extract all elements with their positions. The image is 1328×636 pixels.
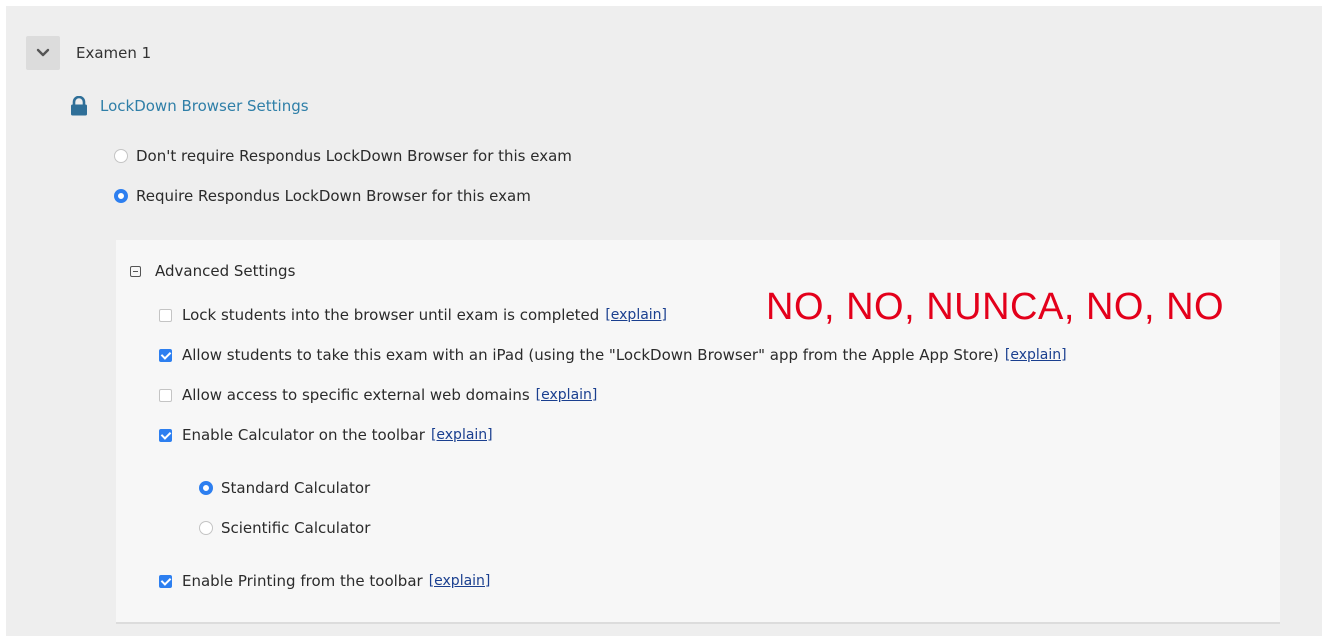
lockdown-header: LockDown Browser Settings	[70, 96, 309, 116]
scientific-calculator-label: Scientific Calculator	[221, 519, 371, 537]
standard-calculator-option[interactable]: Standard Calculator	[199, 479, 370, 497]
scientific-calculator-radio[interactable]	[199, 521, 213, 535]
scientific-calculator-option[interactable]: Scientific Calculator	[199, 519, 370, 537]
advanced-settings-header[interactable]: Advanced Settings	[130, 262, 295, 280]
calculator-label: Enable Calculator on the toolbar	[182, 426, 425, 444]
explain-link[interactable]: [explain]	[605, 307, 667, 323]
lock-students-checkbox[interactable]	[159, 308, 172, 322]
standard-calculator-radio[interactable]	[199, 481, 213, 495]
dont-require-radio[interactable]	[114, 149, 128, 163]
settings-frame: Examen 1 LockDown Browser Settings Don't…	[6, 6, 1322, 636]
dont-require-label: Don't require Respondus LockDown Browser…	[136, 147, 572, 165]
require-option[interactable]: Require Respondus LockDown Browser for t…	[114, 187, 531, 205]
explain-link[interactable]: [explain]	[429, 573, 491, 589]
external-domains-label: Allow access to specific external web do…	[182, 386, 530, 404]
external-domains-option: Allow access to specific external web do…	[159, 386, 597, 404]
explain-link[interactable]: [explain]	[431, 427, 493, 443]
collapse-icon[interactable]	[130, 265, 141, 277]
advanced-settings-title: Advanced Settings	[155, 262, 296, 280]
printing-checkbox[interactable]	[159, 574, 172, 588]
lock-students-label: Lock students into the browser until exa…	[182, 306, 600, 324]
lockdown-settings-title: LockDown Browser Settings	[100, 97, 309, 115]
collapse-exam-button[interactable]	[26, 36, 60, 70]
calculator-checkbox[interactable]	[159, 428, 172, 442]
calculator-option: Enable Calculator on the toolbar [explai…	[159, 426, 493, 444]
ipad-option: Allow students to take this exam with an…	[159, 346, 1067, 364]
require-radio[interactable]	[114, 189, 128, 203]
annotation-text: NO, NO, NUNCA, NO, NO	[766, 286, 1225, 328]
explain-link[interactable]: [explain]	[1005, 347, 1067, 363]
exam-header: Examen 1	[26, 36, 151, 70]
explain-link[interactable]: [explain]	[536, 387, 598, 403]
lock-students-option: Lock students into the browser until exa…	[159, 306, 667, 324]
ipad-checkbox[interactable]	[159, 348, 172, 362]
exam-title: Examen 1	[76, 44, 152, 62]
ipad-label: Allow students to take this exam with an…	[182, 346, 999, 364]
dont-require-option[interactable]: Don't require Respondus LockDown Browser…	[114, 147, 572, 165]
printing-option: Enable Printing from the toolbar [explai…	[159, 572, 490, 590]
require-label: Require Respondus LockDown Browser for t…	[136, 187, 531, 205]
lock-icon	[71, 96, 87, 116]
external-domains-checkbox[interactable]	[159, 388, 172, 402]
standard-calculator-label: Standard Calculator	[221, 479, 371, 497]
chevron-down-icon	[36, 48, 50, 57]
printing-label: Enable Printing from the toolbar	[182, 572, 423, 590]
